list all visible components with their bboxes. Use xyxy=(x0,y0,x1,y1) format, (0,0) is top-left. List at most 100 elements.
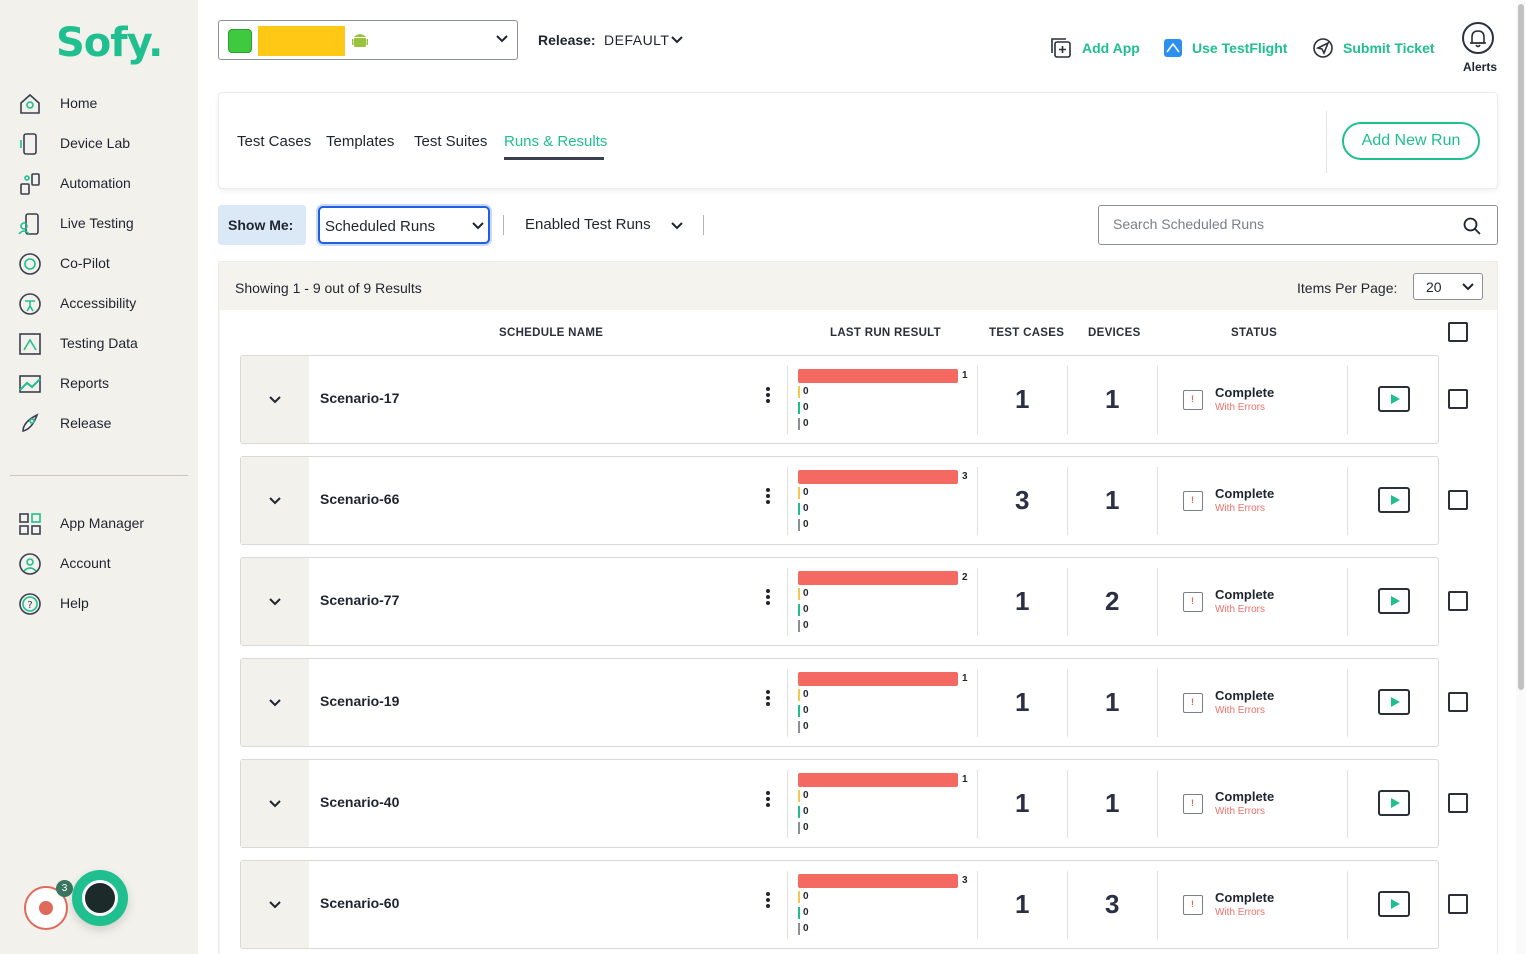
tab-test-suites[interactable]: Test Suites xyxy=(414,133,487,150)
schedule-name[interactable]: Scenario-19 xyxy=(320,693,399,709)
sidebar-item-automation[interactable]: Automation xyxy=(0,164,198,204)
copilot-chat-button[interactable] xyxy=(72,870,128,926)
schedule-name[interactable]: Scenario-40 xyxy=(320,794,399,810)
schedule-name[interactable]: Scenario-60 xyxy=(320,895,399,911)
status-text: Complete xyxy=(1215,688,1275,703)
run-now-button[interactable] xyxy=(1378,588,1410,614)
result-count: 0 xyxy=(803,418,809,429)
more-options-icon[interactable] xyxy=(761,791,775,813)
expand-row-button[interactable] xyxy=(241,659,309,746)
schedule-name[interactable]: Scenario-77 xyxy=(320,592,399,608)
search-icon[interactable] xyxy=(1463,217,1481,235)
result-tick-green xyxy=(798,907,800,919)
result-count: 0 xyxy=(803,721,809,732)
add-new-run-button[interactable]: Add New Run xyxy=(1342,122,1480,160)
rocket-icon xyxy=(22,413,39,432)
expand-row-button[interactable] xyxy=(241,356,309,443)
sidebar-item-app-manager[interactable]: App Manager xyxy=(0,504,198,544)
sidebar-item-testing-data[interactable]: Testing Data xyxy=(0,324,198,364)
cell-divider xyxy=(977,770,978,838)
result-count: 0 xyxy=(803,620,809,631)
sidebar-item-home[interactable]: Home xyxy=(0,84,198,124)
page-scrollbar[interactable] xyxy=(1516,0,1526,954)
sidebar-item-reports[interactable]: Reports xyxy=(0,364,198,404)
status-text: Complete xyxy=(1215,486,1275,501)
more-options-icon[interactable] xyxy=(761,690,775,712)
alerts-button[interactable] xyxy=(1462,22,1494,54)
tab-templates[interactable]: Templates xyxy=(326,133,394,150)
failed-result-bar xyxy=(798,470,958,484)
expand-row-button[interactable] xyxy=(241,861,309,948)
chevron-down-icon[interactable] xyxy=(671,222,683,230)
release-dropdown[interactable]: DEFAULT xyxy=(604,32,669,48)
use-testflight-button[interactable]: Use TestFlight xyxy=(1164,36,1287,60)
chevron-down-icon xyxy=(269,598,281,606)
test-cases-count: 3 xyxy=(1015,485,1030,515)
run-now-button[interactable] xyxy=(1378,487,1410,513)
failed-result-bar xyxy=(798,369,958,383)
devices-count: 2 xyxy=(1105,586,1120,616)
copilot-icon xyxy=(19,253,41,275)
row-checkbox[interactable] xyxy=(1448,591,1468,611)
filter-divider xyxy=(503,215,504,235)
run-now-button[interactable] xyxy=(1378,891,1410,917)
expand-row-button[interactable] xyxy=(241,558,309,645)
run-now-button[interactable] xyxy=(1378,386,1410,412)
expand-row-button[interactable] xyxy=(241,457,309,544)
cell-divider xyxy=(977,366,978,434)
sidebar-item-label: Automation xyxy=(60,175,131,191)
status-text: Complete xyxy=(1215,890,1275,905)
row-checkbox[interactable] xyxy=(1448,793,1468,813)
sofy-logo[interactable]: Sofy. xyxy=(56,20,163,66)
items-per-page-select[interactable]: 20 xyxy=(1413,273,1483,300)
sidebar-item-accessibility[interactable]: Accessibility xyxy=(0,284,198,324)
show-me-select[interactable]: Scheduled Runs xyxy=(318,206,490,244)
run-now-button[interactable] xyxy=(1378,790,1410,816)
app-selector[interactable] xyxy=(218,20,518,60)
tab-runs-results[interactable]: Runs & Results xyxy=(504,133,607,150)
search-input[interactable] xyxy=(1113,216,1453,232)
row-checkbox[interactable] xyxy=(1448,692,1468,712)
result-count: 0 xyxy=(803,689,809,700)
more-options-icon[interactable] xyxy=(761,387,775,409)
show-me-value: Scheduled Runs xyxy=(325,218,436,235)
cell-divider xyxy=(977,568,978,636)
expand-row-button[interactable] xyxy=(241,760,309,847)
result-tick-yellow xyxy=(798,689,800,701)
column-header-devices: DEVICES xyxy=(1088,327,1141,339)
chevron-down-icon[interactable] xyxy=(671,36,683,44)
row-checkbox[interactable] xyxy=(1448,894,1468,914)
row-checkbox[interactable] xyxy=(1448,389,1468,409)
add-app-button[interactable]: Add App xyxy=(1050,36,1140,60)
schedule-name[interactable]: Scenario-17 xyxy=(320,390,399,406)
scrollbar-thumb[interactable] xyxy=(1518,4,1524,690)
failed-result-bar xyxy=(798,672,958,686)
more-options-icon[interactable] xyxy=(761,892,775,914)
cell-divider xyxy=(1067,366,1068,434)
schedule-name[interactable]: Scenario-66 xyxy=(320,491,399,507)
submit-ticket-label: Submit Ticket xyxy=(1343,40,1435,56)
run-now-button[interactable] xyxy=(1378,689,1410,715)
cell-divider xyxy=(787,568,788,636)
more-options-icon[interactable] xyxy=(761,589,775,611)
sidebar-item-help[interactable]: ? Help xyxy=(0,584,198,624)
result-tick-grey xyxy=(798,418,800,430)
failed-count: 3 xyxy=(962,471,968,482)
select-all-checkbox[interactable] xyxy=(1448,322,1468,342)
cell-divider xyxy=(1067,770,1068,838)
tab-test-cases[interactable]: Test Cases xyxy=(237,133,311,150)
sidebar-item-release[interactable]: Release xyxy=(0,404,198,444)
results-count: Showing 1 - 9 out of 9 Results xyxy=(235,280,422,296)
sidebar-item-live-testing[interactable]: Live Testing xyxy=(0,204,198,244)
sidebar-item-co-pilot[interactable]: Co-Pilot xyxy=(0,244,198,284)
search-scheduled-runs xyxy=(1098,205,1498,245)
sidebar-item-account[interactable]: Account xyxy=(0,544,198,584)
row-checkbox[interactable] xyxy=(1448,490,1468,510)
devices-count: 1 xyxy=(1105,384,1120,414)
enabled-runs-select[interactable]: Enabled Test Runs xyxy=(525,216,651,233)
failed-result-bar xyxy=(798,571,958,585)
submit-ticket-button[interactable]: Submit Ticket xyxy=(1313,36,1435,60)
more-options-icon[interactable] xyxy=(761,488,775,510)
status-subtext: With Errors xyxy=(1215,705,1265,716)
sidebar-item-device-lab[interactable]: Device Lab xyxy=(0,124,198,164)
